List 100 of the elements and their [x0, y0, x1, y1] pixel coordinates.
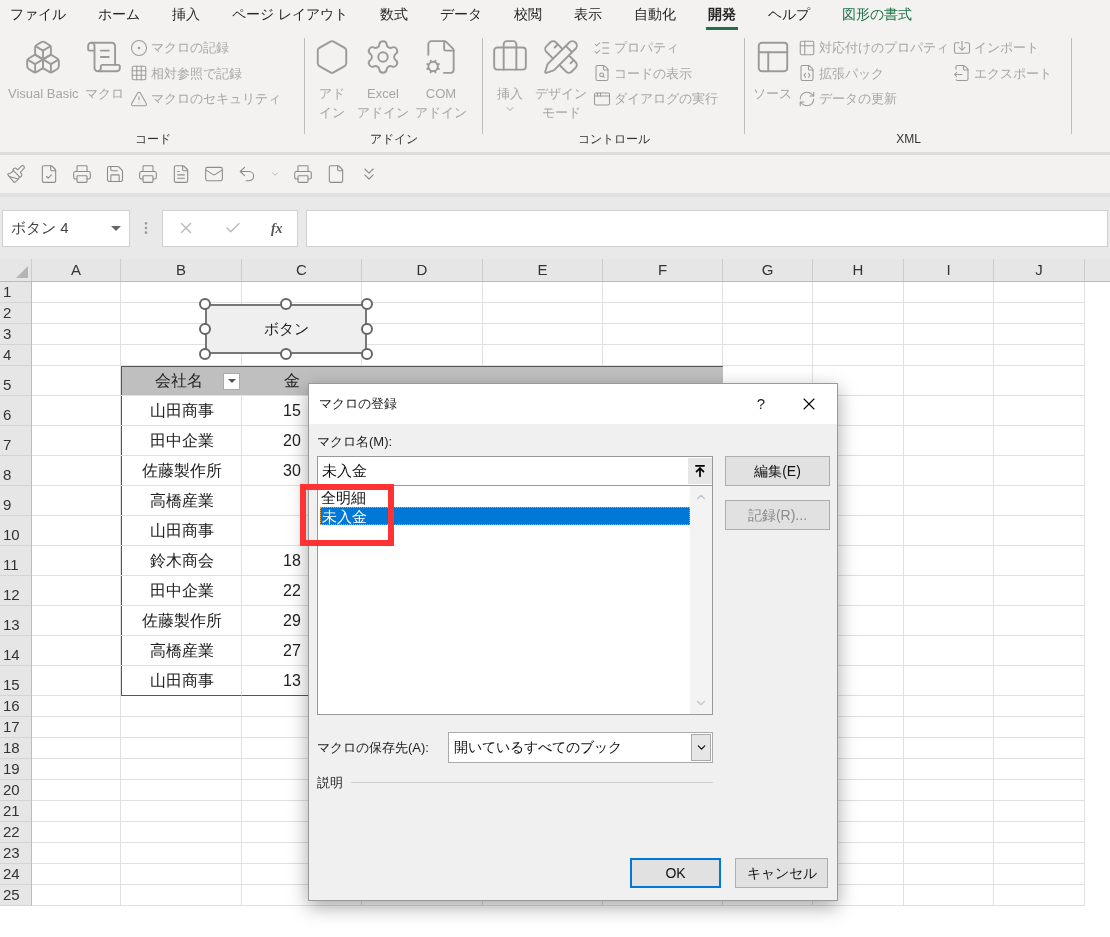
row-header[interactable]: 18 — [0, 738, 31, 759]
column-header[interactable]: F — [603, 259, 723, 281]
ruler-icon — [542, 38, 580, 76]
table-icon — [798, 38, 816, 57]
dropdown-arrow-icon — [111, 225, 121, 231]
macro-list-item[interactable]: 未入金 — [320, 507, 690, 525]
row-header[interactable]: 4 — [0, 345, 31, 366]
macro-list-item[interactable]: 全明細 — [320, 489, 690, 507]
save-icon[interactable] — [105, 164, 125, 184]
table-cell[interactable]: 山田商事 — [121, 396, 242, 425]
printer-icon[interactable] — [138, 164, 158, 184]
table-cell[interactable]: 山田商事 — [121, 516, 242, 545]
insert-function-button[interactable]: fx — [270, 217, 283, 239]
row-header[interactable]: 17 — [0, 717, 31, 738]
form-button[interactable]: ボタン — [205, 304, 367, 354]
upload-icon[interactable] — [688, 458, 712, 484]
row-header[interactable]: 6 — [0, 396, 31, 426]
table-cell[interactable]: 佐藤製作所 — [121, 456, 242, 485]
row-header[interactable]: 20 — [0, 780, 31, 801]
dialog-button[interactable]: キャンセル — [735, 858, 828, 888]
column-header[interactable]: D — [362, 259, 483, 281]
column-header[interactable]: G — [723, 259, 813, 281]
file-check-icon[interactable] — [39, 164, 59, 184]
filter-button[interactable] — [223, 372, 240, 390]
menu-tab[interactable]: 数式 — [377, 0, 410, 30]
brush-icon[interactable] — [6, 164, 26, 184]
resize-handle[interactable] — [199, 348, 211, 360]
code-file-icon — [798, 64, 816, 83]
row-header[interactable]: 25 — [0, 885, 31, 906]
dialog-button[interactable]: 編集(E) — [725, 456, 830, 486]
row-header[interactable]: 16 — [0, 696, 31, 717]
row-header[interactable]: 12 — [0, 576, 31, 606]
row-header[interactable]: 9 — [0, 486, 31, 516]
row-header[interactable]: 15 — [0, 666, 31, 696]
column-header[interactable]: A — [32, 259, 121, 281]
column-header[interactable]: I — [904, 259, 994, 281]
table-cell[interactable]: 山田商事 — [121, 666, 242, 696]
group-label: アドイン — [370, 131, 418, 148]
help-button[interactable]: ? — [741, 392, 781, 416]
row-header[interactable]: 14 — [0, 636, 31, 666]
dialog-button[interactable]: OK — [630, 858, 721, 888]
blank-page-icon[interactable] — [326, 164, 346, 184]
macro-name-field[interactable]: 未入金 — [317, 456, 713, 486]
menu-tab[interactable]: ページ レイアウト — [230, 0, 350, 30]
printer-icon[interactable] — [293, 164, 313, 184]
table-header: 会社名 — [155, 371, 203, 391]
menu-tab[interactable]: ホーム — [96, 0, 142, 30]
menu-tab[interactable]: ヘルプ — [765, 0, 812, 30]
row-header[interactable]: 23 — [0, 843, 31, 864]
table-cell[interactable]: 高橋産業 — [121, 486, 242, 515]
row-header[interactable]: 24 — [0, 864, 31, 885]
row-header[interactable]: 1 — [0, 282, 31, 303]
document-icon[interactable] — [171, 164, 191, 184]
name-box[interactable]: ボタン 4 — [2, 209, 130, 247]
menu-tab[interactable]: 校閲 — [511, 0, 544, 30]
row-header[interactable]: 11 — [0, 546, 31, 576]
row-header[interactable]: 19 — [0, 759, 31, 780]
menu-tab[interactable]: 図形の書式 — [839, 0, 914, 30]
column-header[interactable]: J — [994, 259, 1085, 281]
menu-tab[interactable]: 挿入 — [170, 0, 202, 30]
row-header[interactable]: 8 — [0, 456, 31, 486]
row-header[interactable]: 5 — [0, 366, 31, 396]
resize-handle[interactable] — [199, 298, 211, 310]
table-cell[interactable]: 田中企業 — [121, 576, 242, 605]
record-icon — [129, 38, 148, 57]
refresh-icon — [798, 89, 816, 108]
resize-handle[interactable] — [199, 323, 211, 335]
column-header[interactable]: C — [242, 259, 362, 281]
row-header[interactable]: 7 — [0, 426, 31, 456]
table-cell[interactable]: 鈴木商会 — [121, 546, 242, 575]
printer-icon[interactable] — [72, 164, 92, 184]
menu-tab[interactable]: ファイル — [8, 0, 68, 30]
boxes-icon — [24, 38, 63, 76]
filter-arrow-icon — [227, 379, 236, 383]
row-header[interactable]: 10 — [0, 516, 31, 546]
mail-icon[interactable] — [204, 164, 224, 184]
column-header[interactable]: B — [121, 259, 242, 281]
table-cell[interactable]: 田中企業 — [121, 426, 242, 455]
store-location-select[interactable]: 開いているすべてのブック — [448, 732, 713, 763]
row-header[interactable]: 21 — [0, 801, 31, 822]
column-header[interactable]: E — [483, 259, 603, 281]
select-all-icon[interactable] — [16, 266, 28, 278]
table-header-cell[interactable]: 会社名 — [121, 366, 242, 395]
menu-tab[interactable]: 自動化 — [631, 0, 678, 30]
table-header: 金 — [284, 371, 300, 391]
row-header[interactable]: 13 — [0, 606, 31, 636]
formula-input[interactable] — [306, 209, 1108, 247]
row-header[interactable]: 22 — [0, 822, 31, 843]
scrollbar[interactable] — [690, 486, 712, 714]
table-cell[interactable]: 高橋産業 — [121, 636, 242, 665]
column-header[interactable]: H — [813, 259, 904, 281]
row-header[interactable]: 2 — [0, 303, 31, 324]
row-header[interactable]: 3 — [0, 324, 31, 345]
table-cell[interactable]: 佐藤製作所 — [121, 606, 242, 635]
resize-handle[interactable] — [280, 298, 292, 310]
resize-handle[interactable] — [361, 298, 373, 310]
menu-tab[interactable]: 表示 — [571, 0, 604, 30]
undo-icon[interactable] — [237, 164, 257, 184]
grid-icon — [129, 64, 148, 83]
menu-tab[interactable]: データ — [437, 0, 484, 30]
